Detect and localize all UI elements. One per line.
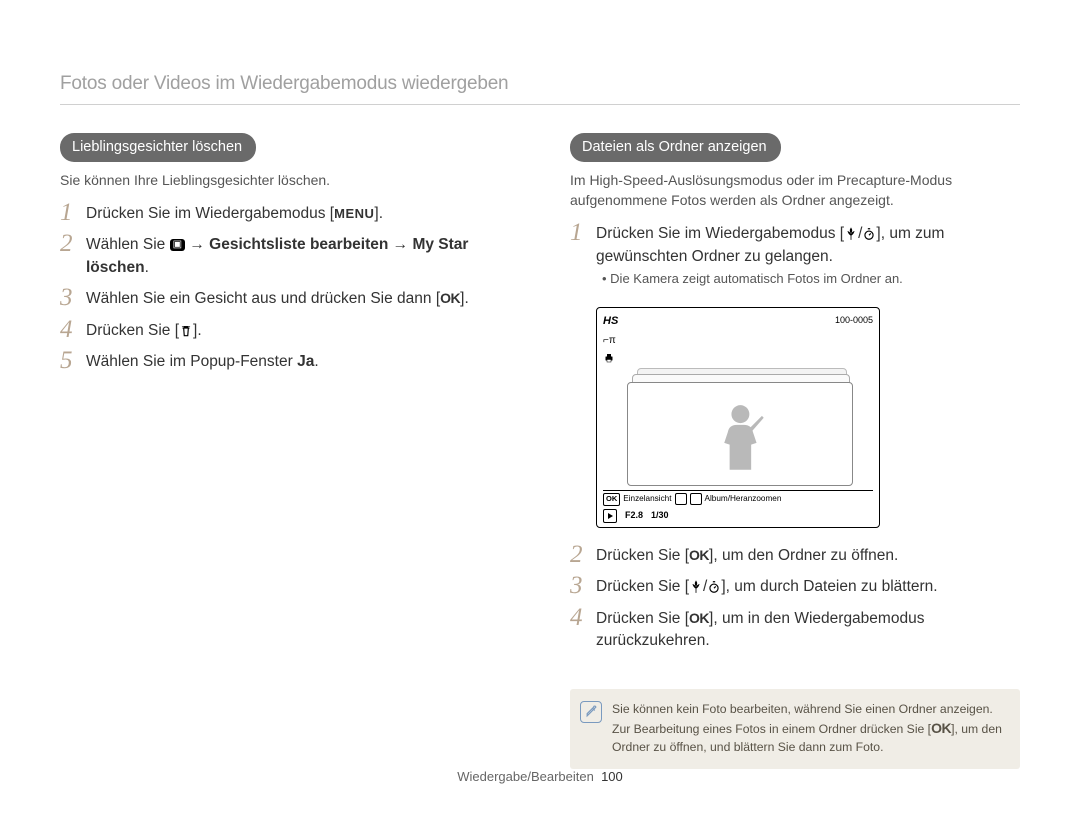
step-text: Drücken Sie im Wiedergabemodus [ / ], um… [596, 223, 1020, 289]
step-number: 4 [570, 605, 596, 630]
step-number: 1 [570, 220, 596, 245]
shutter-value: 1/30 [651, 509, 669, 522]
note-box: Sie können kein Foto bearbeiten, während… [570, 689, 1020, 769]
ok-mini-icon: OK [603, 493, 620, 506]
timer-icon [862, 227, 876, 241]
macro-icon [689, 580, 703, 594]
step-text: Drücken Sie [OK], um den Ordner zu öffne… [596, 545, 1020, 567]
trash-icon [179, 324, 193, 338]
aperture-value: F2.8 [625, 509, 643, 522]
left-column: Lieblingsgesichter löschen Sie können Ih… [60, 133, 510, 769]
steps-list: 1 Drücken Sie im Wiedergabemodus [ / ], … [570, 220, 1020, 295]
step-number: 2 [60, 231, 86, 256]
step-number: 5 [60, 348, 86, 373]
step-text: Wählen Sie ▣ → Gesichtsliste bearbeiten … [86, 234, 510, 279]
step-number: 2 [570, 542, 596, 567]
folder-illustration: HS ⌐π 100-0005 [596, 307, 880, 528]
two-column-layout: Lieblingsgesichter löschen Sie können Ih… [60, 133, 1020, 769]
folder-left-icons: HS ⌐π [603, 314, 618, 370]
hs-badge-icon: HS [603, 314, 618, 330]
step-text: Wählen Sie ein Gesicht aus und drücken S… [86, 288, 510, 310]
step-number: 4 [60, 317, 86, 342]
ok-key-icon: OK [931, 718, 951, 738]
bar-single-view: Einzelansicht [623, 493, 671, 505]
steps-list-continued: 2 Drücken Sie [OK], um den Ordner zu öff… [570, 542, 1020, 659]
step-number: 3 [570, 573, 596, 598]
manual-page: Fotos oder Videos im Wiedergabemodus wie… [0, 0, 1080, 815]
folder-bottom-bar: F2.8 1/30 [603, 506, 873, 523]
subheading-pill-folder-view: Dateien als Ordner anzeigen [570, 133, 781, 162]
ok-key-icon: OK [689, 608, 709, 628]
play-icon [603, 509, 617, 523]
page-footer: Wiedergabe/Bearbeiten 100 [0, 768, 1080, 787]
step-number: 3 [60, 285, 86, 310]
macro-icon [844, 227, 858, 241]
lock-icon: ⌐π [603, 334, 618, 349]
step-text: Drücken Sie [ / ], um durch Dateien zu b… [596, 576, 1020, 598]
subheading-pill-delete-faces: Lieblingsgesichter löschen [60, 133, 256, 162]
folder-status-bar: OK Einzelansicht Album/Heranzoomen [603, 490, 873, 506]
menu-key-icon: MENU [334, 205, 374, 224]
sub-bullet: • Die Kamera zeigt automatisch Fotos im … [596, 270, 1020, 289]
steps-list: 1 Drücken Sie im Wiedergabemodus [MENU].… [60, 200, 510, 380]
page-number: 100 [601, 769, 623, 784]
intro-text: Im High-Speed-Auslösungsmodus oder im Pr… [570, 170, 1020, 211]
zoom-key-icon [675, 493, 687, 505]
playback-menu-icon: ▣ [170, 239, 185, 251]
intro-text: Sie können Ihre Lieblingsgesichter lösch… [60, 170, 510, 190]
section-rule [60, 104, 1020, 105]
note-icon [580, 701, 602, 723]
folder-stack [627, 368, 853, 486]
step-text: Wählen Sie im Popup-Fenster Ja. [86, 351, 510, 373]
step-text: Drücken Sie [ ]. [86, 320, 510, 342]
section-title: Fotos oder Videos im Wiedergabemodus wie… [60, 70, 1020, 98]
person-silhouette-icon [662, 389, 819, 479]
folder-id: 100-0005 [835, 314, 873, 327]
zoom-key-icon [690, 493, 702, 505]
note-text: Sie können kein Foto bearbeiten, während… [612, 702, 1002, 754]
step-text: Drücken Sie [OK], um in den Wiedergabemo… [596, 608, 1020, 653]
timer-icon [707, 580, 721, 594]
step-number: 1 [60, 200, 86, 225]
bar-zoom: Album/Heranzoomen [705, 493, 782, 505]
print-icon [603, 352, 618, 370]
ok-key-icon: OK [689, 545, 709, 565]
ok-key-icon: OK [440, 288, 460, 308]
step-text: Drücken Sie im Wiedergabemodus [MENU]. [86, 203, 510, 225]
right-column: Dateien als Ordner anzeigen Im High-Spee… [570, 133, 1020, 769]
footer-label: Wiedergabe/Bearbeiten [457, 769, 594, 784]
